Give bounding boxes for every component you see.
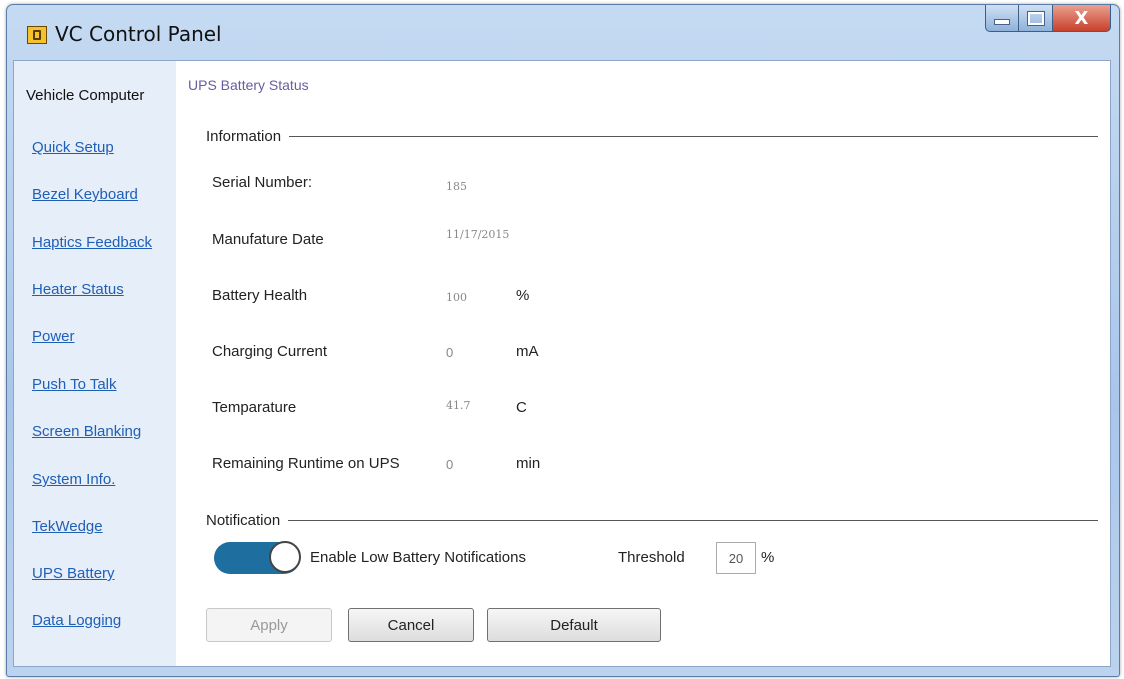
sidebar-item-bezel-keyboard[interactable]: Bezel Keyboard [32,186,138,203]
threshold-input[interactable] [716,542,756,574]
low-battery-toggle[interactable] [214,541,301,574]
window-controls: X [985,5,1111,33]
notification-heading: Notification [206,511,281,529]
toggle-knob [269,541,301,573]
maximize-button[interactable] [1019,5,1053,32]
app-icon [27,26,47,44]
battery-health-unit: % [516,287,530,304]
divider [288,519,1098,521]
temperature-unit: C [516,399,527,416]
threshold-label: Threshold [618,549,685,566]
remaining-runtime-value: 0 [446,457,454,472]
apply-button[interactable]: Apply [206,608,332,642]
information-section-header: Information [206,126,1098,146]
sidebar-item-tekwedge[interactable]: TekWedge [32,518,103,535]
close-button[interactable]: X [1053,5,1111,32]
manufacture-date-value: 11/17/2015 [446,228,510,241]
charging-current-unit: mA [516,343,539,360]
sidebar-item-data-logging[interactable]: Data Logging [32,612,121,629]
app-window: VC Control Panel X Vehicle Computer Quic… [6,4,1120,677]
sidebar-item-system-info[interactable]: System Info. [32,471,115,488]
sidebar-item-haptics-feedback[interactable]: Haptics Feedback [32,234,152,251]
minimize-icon [994,19,1010,25]
serial-number-value: 185 [446,180,467,193]
remaining-runtime-label: Remaining Runtime on UPS [212,455,400,472]
temperature-label: Temparature [212,399,297,416]
threshold-unit: % [761,549,775,566]
charging-current-value: 0 [446,345,454,360]
maximize-icon [1026,10,1045,26]
minimize-button[interactable] [985,5,1019,32]
information-heading: Information [206,127,282,145]
sidebar-item-heater-status[interactable]: Heater Status [32,281,124,298]
charging-current-label: Charging Current [212,343,328,360]
manufacture-date-label: Manufature Date [212,231,324,248]
sidebar-item-quick-setup[interactable]: Quick Setup [32,139,114,156]
window-title: VC Control Panel [55,22,222,46]
client-area: Vehicle Computer Quick Setup Bezel Keybo… [13,60,1111,667]
serial-number-label: Serial Number: [212,174,313,191]
default-button[interactable]: Default [487,608,661,642]
sidebar-item-ups-battery[interactable]: UPS Battery [32,565,115,582]
sidebar: Vehicle Computer Quick Setup Bezel Keybo… [14,61,176,666]
close-icon: X [1074,7,1089,29]
battery-health-value: 100 [446,291,467,304]
remaining-runtime-unit: min [516,455,541,472]
divider [289,135,1098,137]
sidebar-item-push-to-talk[interactable]: Push To Talk [32,376,117,393]
sidebar-heading: Vehicle Computer [26,87,145,104]
temperature-value: 41.7 [446,399,471,412]
sidebar-item-screen-blanking[interactable]: Screen Blanking [32,423,141,440]
enable-notifications-label: Enable Low Battery Notifications [310,549,526,566]
title-bar[interactable]: VC Control Panel X [7,5,1119,59]
sidebar-item-power[interactable]: Power [32,328,75,345]
main-panel: UPS Battery Status Information Serial Nu… [176,61,1110,666]
page-title: UPS Battery Status [188,77,309,93]
notification-section-header: Notification [206,510,1098,530]
cancel-button[interactable]: Cancel [348,608,474,642]
battery-health-label: Battery Health [212,287,308,304]
